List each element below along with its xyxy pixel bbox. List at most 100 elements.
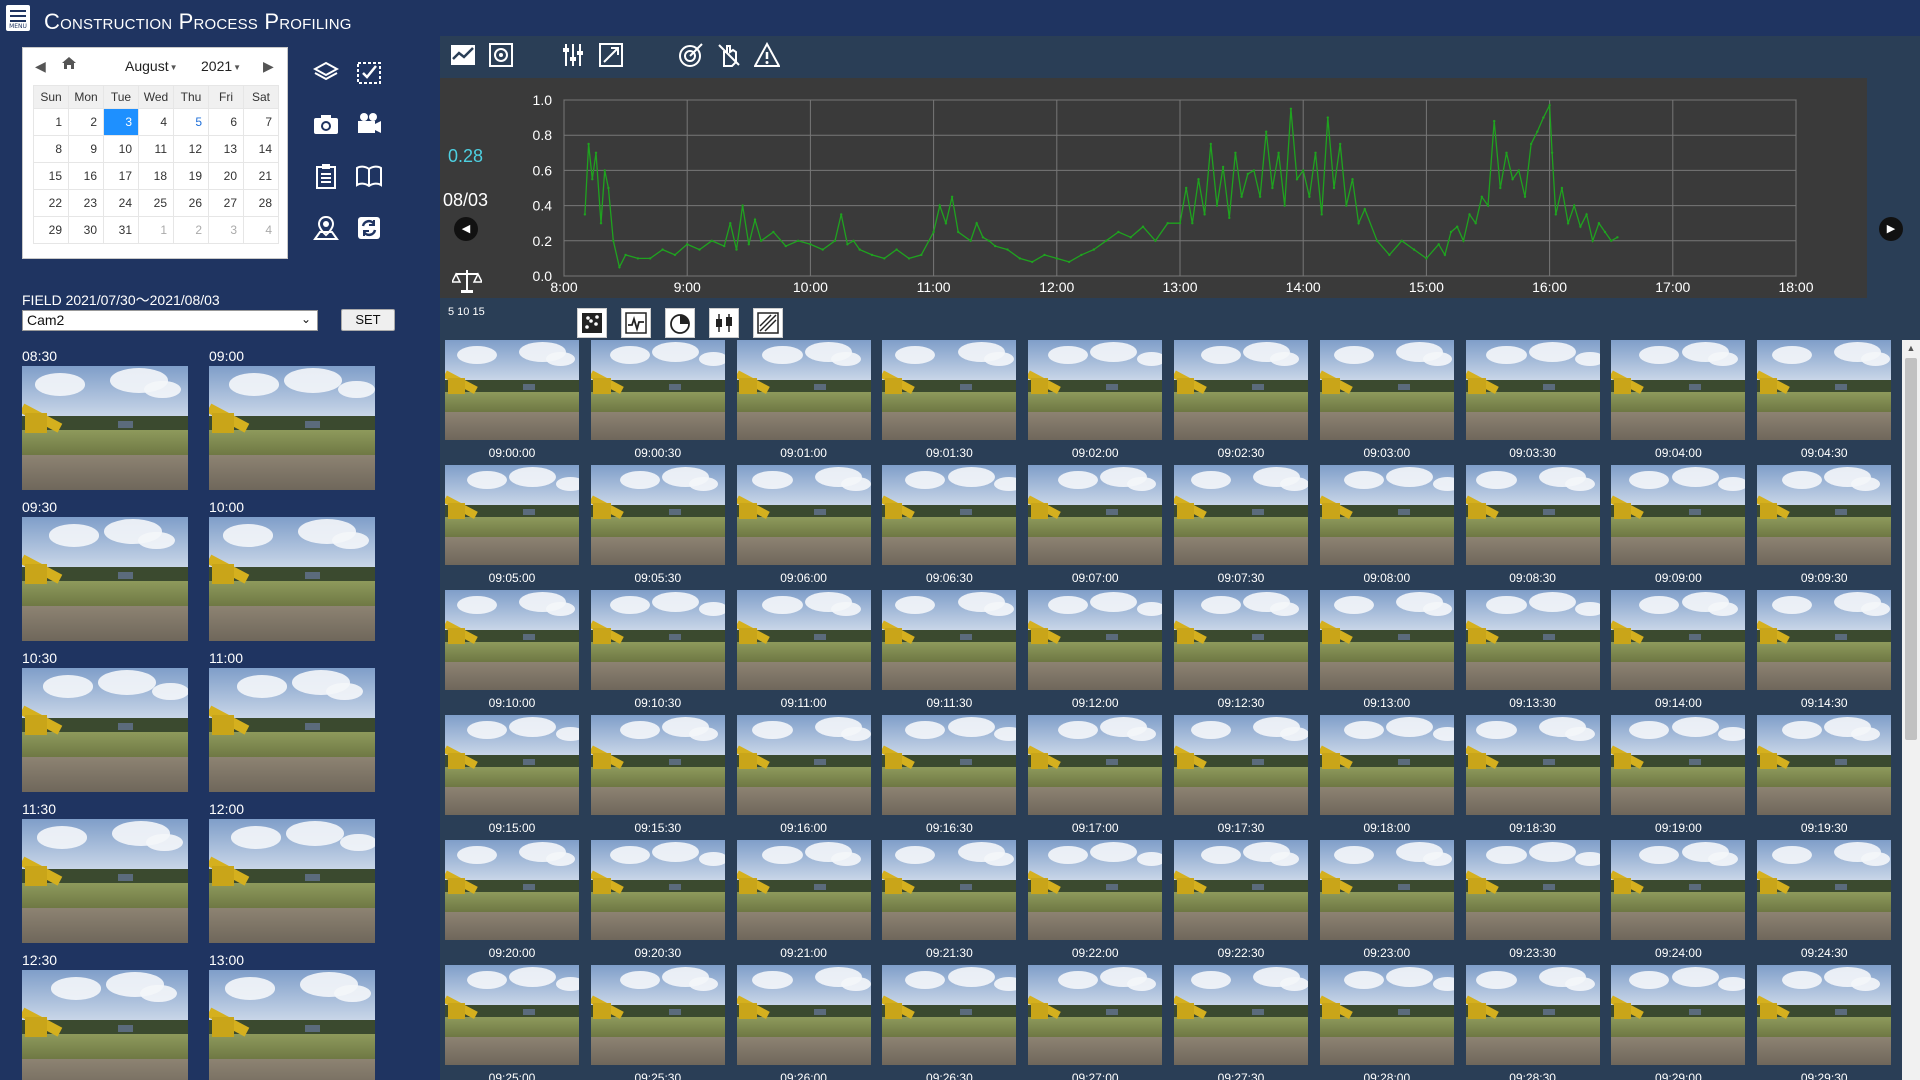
diagonal-lines-icon[interactable] xyxy=(753,308,783,338)
frame-thumbnail[interactable]: 09:16:00 xyxy=(736,715,871,837)
frame-thumbnail[interactable]: 09:08:30 xyxy=(1465,465,1600,587)
frame-thumbnail[interactable]: 09:15:30 xyxy=(590,715,725,837)
calendar-day[interactable]: 1 xyxy=(33,108,69,136)
balance-scale-icon[interactable] xyxy=(450,268,484,294)
frame-thumbnail[interactable]: 09:05:30 xyxy=(590,465,725,587)
frame-thumbnail[interactable]: 09:10:30 xyxy=(590,590,725,712)
calendar-day[interactable]: 13 xyxy=(208,135,244,163)
frame-thumbnail[interactable]: 09:10:00 xyxy=(445,590,579,712)
frame-thumbnail[interactable]: 09:16:30 xyxy=(882,715,1017,837)
calendar-day[interactable]: 5 xyxy=(173,108,209,136)
calendar-day[interactable]: 25 xyxy=(138,189,174,217)
hourly-thumbnail[interactable]: 11:00 xyxy=(209,650,375,792)
frame-thumbnail[interactable]: 09:09:30 xyxy=(1757,465,1892,587)
waveform-icon[interactable] xyxy=(621,308,651,338)
equalizer-icon[interactable] xyxy=(558,40,588,70)
frame-thumbnail[interactable]: 09:12:30 xyxy=(1174,590,1308,712)
hourly-thumbnail[interactable]: 08:30 xyxy=(22,348,188,490)
map-pin-icon[interactable] xyxy=(312,214,340,242)
frame-thumbnail[interactable]: 09:29:30 xyxy=(1757,965,1892,1080)
frame-thumbnail[interactable]: 09:07:00 xyxy=(1028,465,1163,587)
pie-icon[interactable] xyxy=(665,308,695,338)
frame-thumbnail[interactable]: 09:17:30 xyxy=(1174,715,1308,837)
frame-thumbnail[interactable]: 09:00:30 xyxy=(590,340,725,462)
frame-thumbnail[interactable]: 09:28:30 xyxy=(1465,965,1600,1080)
frame-thumbnail[interactable]: 09:12:00 xyxy=(1028,590,1163,712)
calendar-day[interactable]: 2 xyxy=(173,216,209,244)
calendar-day[interactable]: 31 xyxy=(103,216,139,244)
frame-thumbnail[interactable]: 09:22:00 xyxy=(1028,840,1163,962)
calendar-day[interactable]: 26 xyxy=(173,189,209,217)
calendar-home-icon[interactable] xyxy=(61,56,77,73)
frame-thumbnail[interactable]: 09:01:00 xyxy=(736,340,871,462)
frame-thumbnail[interactable]: 09:14:30 xyxy=(1757,590,1892,712)
frame-thumbnail[interactable]: 09:25:30 xyxy=(590,965,725,1080)
calendar-day[interactable]: 6 xyxy=(208,108,244,136)
book-icon[interactable] xyxy=(355,162,383,190)
frame-thumbnail[interactable]: 09:02:00 xyxy=(1028,340,1163,462)
activity-chart-svg[interactable]: 8:00 9:00 10:00 11:00 12:00 13:00 14:00 15:00 16… xyxy=(440,78,1867,298)
hourly-thumbnail[interactable]: 11:30 xyxy=(22,801,188,943)
calendar-next-month-icon[interactable]: ▶ xyxy=(263,58,274,75)
frame-thumbnail[interactable]: 09:28:00 xyxy=(1319,965,1454,1080)
frame-thumbnail[interactable]: 09:29:00 xyxy=(1611,965,1746,1080)
menu-button[interactable]: MENU xyxy=(6,5,30,31)
camera-select[interactable]: Cam2 ⌄ xyxy=(22,310,318,331)
frame-thumbnail[interactable]: 09:06:30 xyxy=(882,465,1017,587)
camera-icon[interactable] xyxy=(312,110,340,138)
set-button[interactable]: SET xyxy=(341,309,395,331)
calendar-day[interactable]: 24 xyxy=(103,189,139,217)
calendar-year-select[interactable]: 2021▼ xyxy=(201,58,241,74)
calendar-day[interactable]: 1 xyxy=(138,216,174,244)
frame-thumbnail[interactable]: 09:03:30 xyxy=(1465,340,1600,462)
calendar-month-select[interactable]: August▼ xyxy=(125,58,178,74)
calendar-day[interactable]: 27 xyxy=(208,189,244,217)
previous-day-button[interactable]: ◀ xyxy=(454,217,478,241)
video-camera-icon[interactable] xyxy=(355,110,383,138)
calendar-day[interactable]: 17 xyxy=(103,162,139,190)
calendar-day[interactable]: 10 xyxy=(103,135,139,163)
calendar-day[interactable]: 19 xyxy=(173,162,209,190)
checklist-icon[interactable] xyxy=(355,58,383,86)
calendar-day[interactable]: 28 xyxy=(243,189,279,217)
frame-thumbnail[interactable]: 09:18:30 xyxy=(1465,715,1600,837)
frame-thumbnail[interactable]: 09:08:00 xyxy=(1319,465,1454,587)
layers-icon[interactable] xyxy=(312,58,340,86)
calendar-day[interactable]: 29 xyxy=(33,216,69,244)
hourly-thumbnail[interactable]: 09:00 xyxy=(209,348,375,490)
calendar-day[interactable]: 30 xyxy=(68,216,104,244)
next-day-button[interactable]: ▶ xyxy=(1879,217,1903,241)
warning-icon[interactable] xyxy=(752,40,782,70)
frame-thumbnail[interactable]: 09:23:00 xyxy=(1319,840,1454,962)
hourly-thumbnail[interactable]: 12:30 xyxy=(22,952,188,1080)
calendar-day[interactable]: 7 xyxy=(243,108,279,136)
frame-thumbnail[interactable]: 09:21:30 xyxy=(882,840,1017,962)
hourly-thumbnail[interactable]: 10:30 xyxy=(22,650,188,792)
frame-thumbnail[interactable]: 09:19:30 xyxy=(1757,715,1892,837)
hourly-thumbnail[interactable]: 12:00 xyxy=(209,801,375,943)
focus-settings-icon[interactable] xyxy=(486,40,516,70)
frame-thumbnail[interactable]: 09:17:00 xyxy=(1028,715,1163,837)
scroll-up-icon[interactable]: ▲ xyxy=(1902,340,1920,356)
frame-thumbnail[interactable]: 09:21:00 xyxy=(736,840,871,962)
hourly-thumbnail[interactable]: 09:30 xyxy=(22,499,188,641)
target-icon[interactable] xyxy=(676,40,706,70)
frame-thumbnail[interactable]: 09:06:00 xyxy=(736,465,871,587)
frame-thumbnail[interactable]: 09:22:30 xyxy=(1174,840,1308,962)
frame-thumbnail[interactable]: 09:23:30 xyxy=(1465,840,1600,962)
box-plot-icon[interactable] xyxy=(709,308,739,338)
frame-thumbnail[interactable]: 09:26:30 xyxy=(882,965,1017,1080)
frame-thumbnail[interactable]: 09:13:00 xyxy=(1319,590,1454,712)
frame-thumbnail[interactable]: 09:02:30 xyxy=(1174,340,1308,462)
calendar-day[interactable]: 18 xyxy=(138,162,174,190)
scroll-thumb[interactable] xyxy=(1905,358,1917,740)
calendar-day[interactable]: 16 xyxy=(68,162,104,190)
frame-thumbnail[interactable]: 09:05:00 xyxy=(445,465,579,587)
calendar-day[interactable]: 2 xyxy=(68,108,104,136)
calendar-day[interactable]: 20 xyxy=(208,162,244,190)
frame-thumbnail[interactable]: 09:03:00 xyxy=(1319,340,1454,462)
frame-thumbnail[interactable]: 09:00:00 xyxy=(445,340,579,462)
line-chart-icon[interactable] xyxy=(448,40,478,70)
frame-thumbnail[interactable]: 09:18:00 xyxy=(1319,715,1454,837)
refresh-icon[interactable] xyxy=(355,214,383,242)
